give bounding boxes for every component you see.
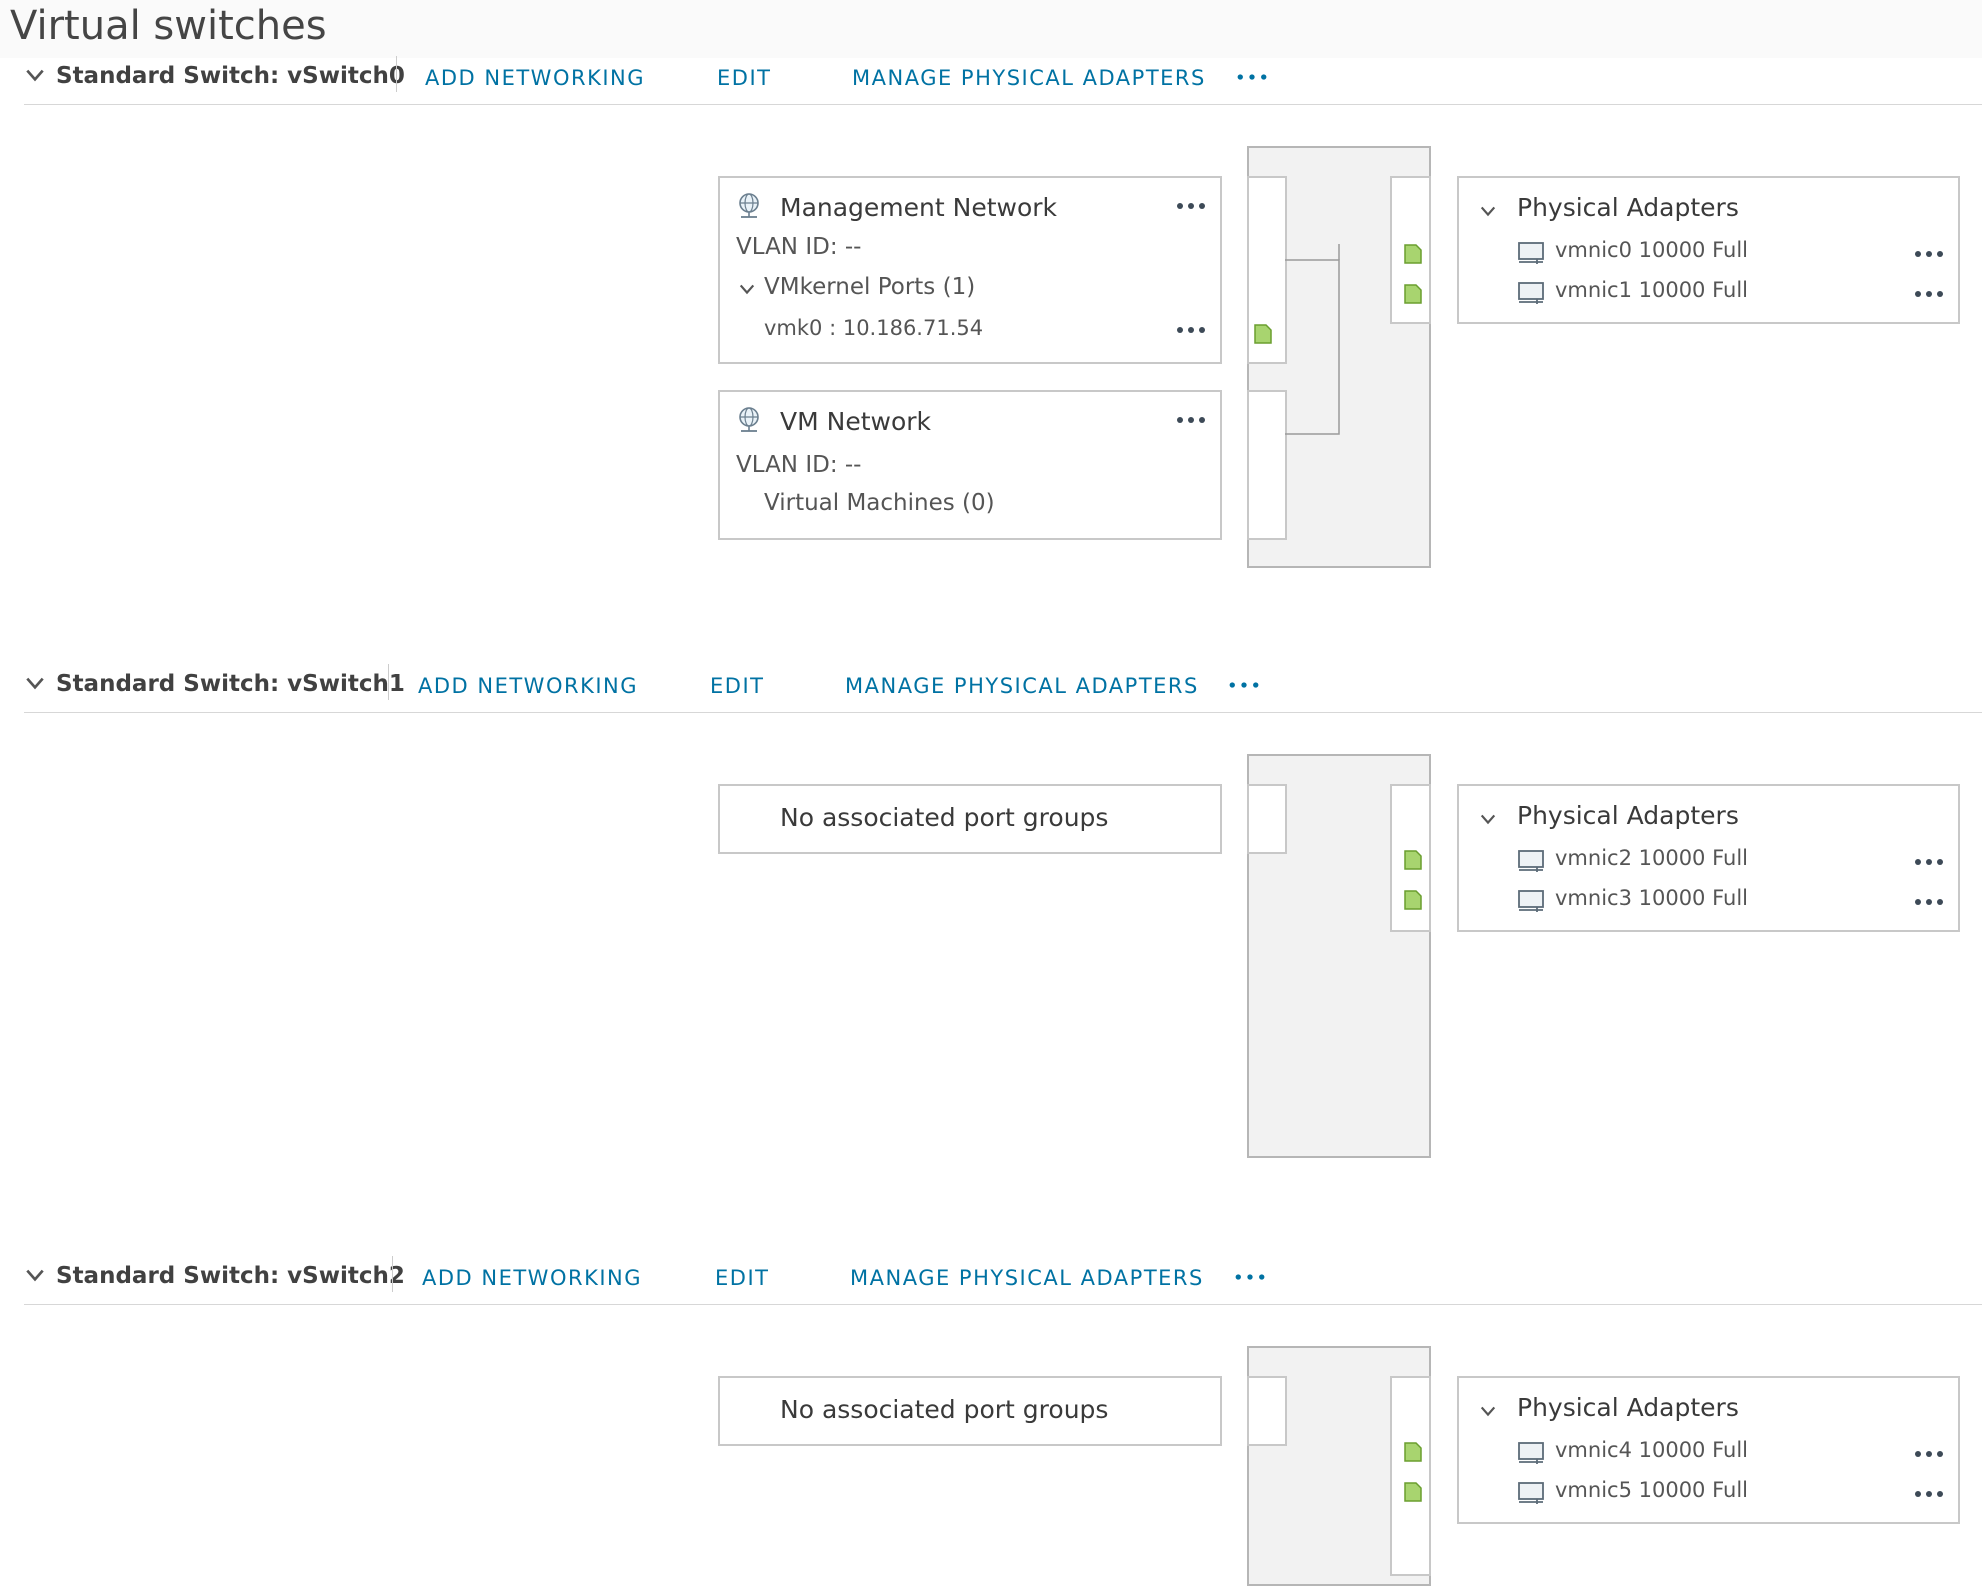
uplink-port-icon [1404, 284, 1422, 304]
divider [396, 56, 397, 92]
port-group-name: VM Network [780, 407, 932, 436]
chevron-down-icon[interactable] [24, 672, 46, 694]
port-group-connector [1247, 1376, 1287, 1446]
section-divider [24, 104, 1982, 105]
more-options-icon[interactable] [1914, 250, 1944, 258]
port-group-management-network[interactable]: Management Network VLAN ID: -- VMkernel … [718, 176, 1222, 364]
connection-lines [1285, 244, 1340, 435]
more-actions-icon[interactable] [1234, 1272, 1266, 1282]
more-actions-icon[interactable] [1236, 72, 1268, 82]
section-divider [24, 1304, 1982, 1305]
chevron-down-icon[interactable] [24, 64, 46, 86]
network-globe-icon [736, 406, 762, 434]
uplink-port-icon [1404, 850, 1422, 870]
more-options-icon[interactable] [1176, 326, 1206, 334]
physical-adapter-item[interactable]: vmnic4 10000 Full [1555, 1438, 1748, 1462]
switch-section-vswitch2: Standard Switch: vSwitch2 ADD NETWORKING… [0, 1254, 1982, 1586]
physical-adapters-title: Physical Adapters [1517, 1393, 1739, 1422]
chevron-down-icon[interactable] [24, 1264, 46, 1286]
network-globe-icon [736, 192, 762, 220]
physical-adapter-item[interactable]: vmnic3 10000 Full [1555, 886, 1748, 910]
network-adapter-icon [1517, 1440, 1547, 1466]
network-adapter-icon [1517, 848, 1547, 874]
manage-physical-adapters-button[interactable]: MANAGE PHYSICAL ADAPTERS [852, 54, 1206, 102]
switch-section-vswitch0: Standard Switch: vSwitch0 ADD NETWORKING… [0, 54, 1982, 574]
port-group-connector [1247, 784, 1287, 854]
vmkernel-ports-label[interactable]: VMkernel Ports (1) [764, 274, 975, 300]
physical-adapters-panel: Physical Adapters vmnic0 10000 Full vmni… [1457, 176, 1960, 324]
page-header: Virtual switches [0, 0, 1982, 58]
physical-adapter-item[interactable]: vmnic2 10000 Full [1555, 846, 1748, 870]
more-options-icon[interactable] [1914, 858, 1944, 866]
chevron-down-icon[interactable] [1479, 1402, 1497, 1420]
network-adapter-icon [1517, 888, 1547, 914]
switch-section-vswitch1: Standard Switch: vSwitch1 ADD NETWORKING… [0, 662, 1982, 1182]
physical-adapters-panel: Physical Adapters vmnic4 10000 Full vmni… [1457, 1376, 1960, 1524]
vlan-id-label: VLAN ID: -- [736, 234, 862, 260]
more-options-icon[interactable] [1176, 416, 1206, 424]
uplink-port-icon [1404, 244, 1422, 264]
no-port-groups-label: No associated port groups [780, 803, 1109, 832]
no-port-groups-label: No associated port groups [780, 1395, 1109, 1424]
uplink-port-icon [1404, 890, 1422, 910]
divider [392, 1256, 393, 1292]
port-group-connector [1247, 390, 1287, 540]
manage-physical-adapters-button[interactable]: MANAGE PHYSICAL ADAPTERS [845, 662, 1199, 710]
edit-button[interactable]: EDIT [710, 662, 764, 710]
edit-button[interactable]: EDIT [715, 1254, 769, 1302]
more-options-icon[interactable] [1914, 290, 1944, 298]
add-networking-button[interactable]: ADD NETWORKING [418, 662, 638, 710]
section-divider [24, 712, 1982, 713]
network-adapter-icon [1517, 240, 1547, 266]
more-options-icon[interactable] [1914, 898, 1944, 906]
chevron-down-icon[interactable] [1479, 202, 1497, 220]
edit-button[interactable]: EDIT [717, 54, 771, 102]
virtual-machines-label: Virtual Machines (0) [764, 490, 995, 516]
uplink-connector [1390, 1376, 1431, 1576]
more-options-icon[interactable] [1914, 1490, 1944, 1498]
more-actions-icon[interactable] [1228, 680, 1260, 690]
add-networking-button[interactable]: ADD NETWORKING [422, 1254, 642, 1302]
vlan-id-label: VLAN ID: -- [736, 452, 862, 478]
physical-adapters-title: Physical Adapters [1517, 801, 1739, 830]
no-port-groups-box: No associated port groups [718, 1376, 1222, 1446]
chevron-down-icon[interactable] [1479, 810, 1497, 828]
physical-adapters-title: Physical Adapters [1517, 193, 1739, 222]
port-group-vm-network[interactable]: VM Network VLAN ID: -- Virtual Machines … [718, 390, 1222, 540]
network-adapter-icon [1517, 1480, 1547, 1506]
switch-title: Standard Switch: vSwitch1 [56, 671, 405, 697]
physical-adapter-item[interactable]: vmnic1 10000 Full [1555, 278, 1748, 302]
manage-physical-adapters-button[interactable]: MANAGE PHYSICAL ADAPTERS [850, 1254, 1204, 1302]
uplink-port-icon [1404, 1442, 1422, 1462]
add-networking-button[interactable]: ADD NETWORKING [425, 54, 645, 102]
physical-adapters-panel: Physical Adapters vmnic2 10000 Full vmni… [1457, 784, 1960, 932]
switch-header: Standard Switch: vSwitch1 ADD NETWORKING… [0, 662, 1982, 712]
port-group-name: Management Network [780, 193, 1058, 222]
network-adapter-icon [1517, 280, 1547, 306]
switch-title: Standard Switch: vSwitch2 [56, 1263, 405, 1289]
more-options-icon[interactable] [1176, 202, 1206, 210]
physical-adapter-item[interactable]: vmnic0 10000 Full [1555, 238, 1748, 262]
divider [388, 664, 389, 700]
uplink-port-icon [1404, 1482, 1422, 1502]
more-options-icon[interactable] [1914, 1450, 1944, 1458]
switch-header: Standard Switch: vSwitch0 ADD NETWORKING… [0, 54, 1982, 104]
vmkernel-port-icon [1254, 324, 1272, 344]
page-title: Virtual switches [10, 3, 327, 49]
switch-title: Standard Switch: vSwitch0 [56, 63, 405, 89]
chevron-down-icon[interactable] [738, 280, 756, 298]
switch-header: Standard Switch: vSwitch2 ADD NETWORKING… [0, 1254, 1982, 1304]
vmkernel-port-item: vmk0 : 10.186.71.54 [764, 316, 984, 340]
no-port-groups-box: No associated port groups [718, 784, 1222, 854]
physical-adapter-item[interactable]: vmnic5 10000 Full [1555, 1478, 1748, 1502]
